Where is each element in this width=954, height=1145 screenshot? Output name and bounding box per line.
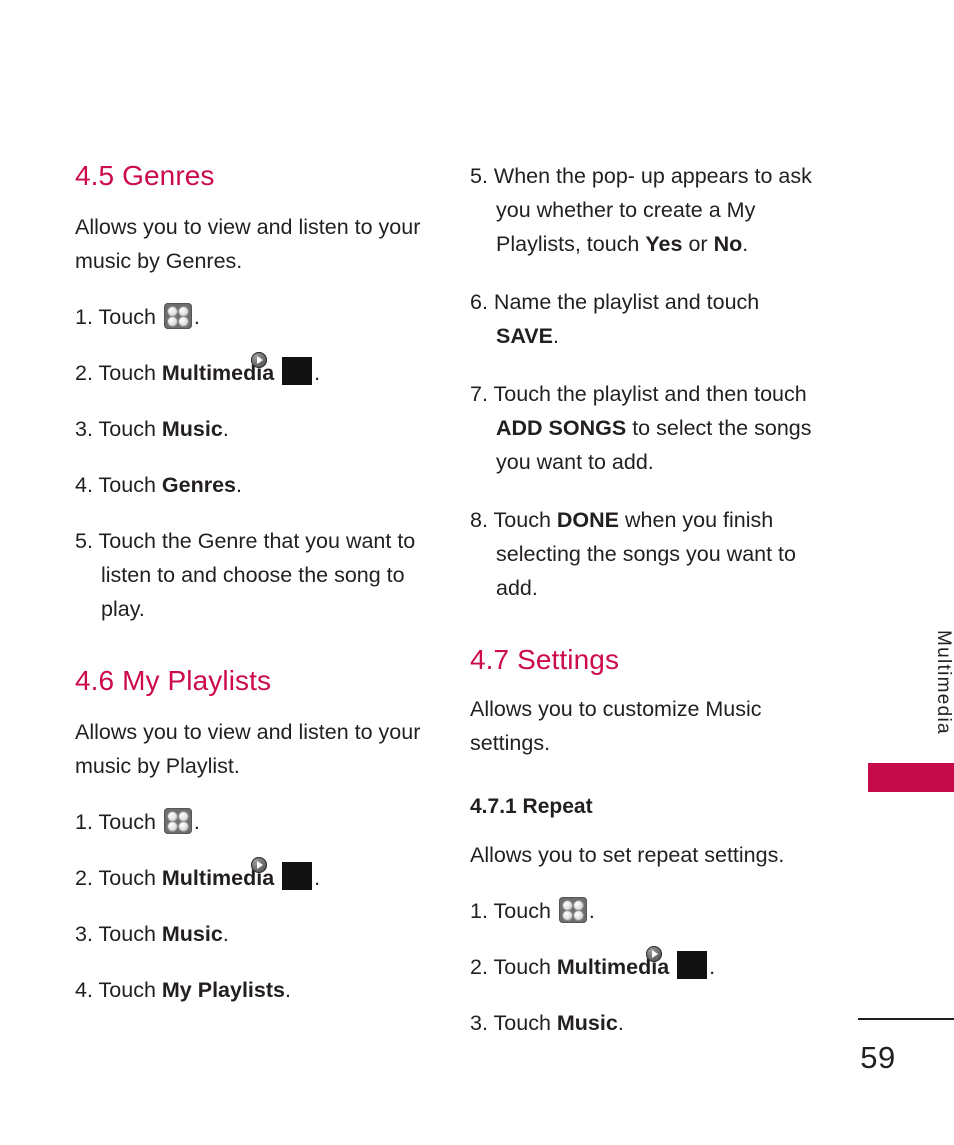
my-playlists-step-1: 1. Touch . xyxy=(75,806,431,840)
repeat-step-1: 1. Touch . xyxy=(470,895,826,929)
step-number: 2. xyxy=(75,361,93,386)
step-bold-term: Music xyxy=(556,1011,618,1035)
step-number: 1. xyxy=(75,810,93,835)
step-period: . xyxy=(193,810,200,835)
manual-page: 4.5 Genres Allows you to view and listen… xyxy=(0,0,954,1145)
step-number: 3. xyxy=(75,922,93,947)
step-number: 7. xyxy=(470,381,488,406)
chapter-edge-tab xyxy=(868,763,954,792)
grid-menu-icon xyxy=(163,808,192,835)
step-period: . xyxy=(314,866,321,891)
step-number: 1. xyxy=(470,899,488,924)
genres-step-5: 5. Touch the Genre that you want to list… xyxy=(75,525,431,627)
step-period: . xyxy=(552,323,559,348)
step-text: Touch xyxy=(493,1011,551,1035)
step-number: 4. xyxy=(75,978,93,1003)
step-number: 2. xyxy=(75,866,93,891)
step-period: . xyxy=(588,899,595,924)
step-bold-term: Music xyxy=(161,417,223,442)
step-period: . xyxy=(222,417,229,442)
step-bold-term-yes: Yes xyxy=(645,231,683,256)
repeat-intro-text: Allows you to set repeat settings. xyxy=(470,843,785,868)
my-playlists-step-3: 3. Touch Music. xyxy=(75,918,431,952)
right-column: 5. When the pop- up appears to ask you w… xyxy=(470,160,826,1041)
step-bold-term-save: SAVE xyxy=(496,323,553,348)
step-text: Touch xyxy=(98,473,156,498)
step-text: Touch the playlist and then touch xyxy=(493,381,807,406)
step-period: . xyxy=(617,1011,624,1035)
step-bold-term: Music xyxy=(161,922,223,947)
step-text: Touch xyxy=(98,810,156,835)
repeat-step-2: 2. Touch Multimedia . xyxy=(470,946,826,985)
genres-step-3: 3. Touch Music. xyxy=(75,413,431,447)
step-bold-term: My Playlists xyxy=(161,978,285,1003)
step-number: 8. xyxy=(470,507,488,532)
step-bold-term-no: No xyxy=(713,231,743,256)
step-number: 5. xyxy=(75,529,93,554)
step-period: . xyxy=(709,955,716,980)
step-number: 3. xyxy=(470,1011,488,1035)
chapter-edge-label: Multimedia xyxy=(933,629,954,735)
step-text: Touch xyxy=(98,922,156,947)
footer-rule xyxy=(858,1018,954,1020)
step-bold-term-add-songs: ADD SONGS xyxy=(496,415,627,440)
grid-menu-icon xyxy=(558,897,587,924)
page-number: 59 xyxy=(860,1040,896,1075)
step-period: . xyxy=(193,305,200,330)
step-period: . xyxy=(236,473,242,498)
step-text: Touch xyxy=(98,305,156,330)
playlists-step-5: 5. When the pop- up appears to ask you w… xyxy=(470,160,826,262)
left-column: 4.5 Genres Allows you to view and listen… xyxy=(75,160,431,1008)
step-text: Touch xyxy=(493,899,551,924)
step-period: . xyxy=(222,922,229,947)
grid-menu-icon xyxy=(163,303,192,330)
genres-step-1: 1. Touch . xyxy=(75,301,431,335)
multimedia-play-icon xyxy=(251,352,313,386)
playlists-step-8: 8. Touch DONE when you finish selecting … xyxy=(470,504,826,606)
step-text: Touch xyxy=(493,507,551,532)
step-conjunction: or xyxy=(688,231,708,256)
step-number: 1. xyxy=(75,305,93,330)
section-heading-settings: 4.7 Settings xyxy=(470,643,620,675)
playlists-step-6: 6. Name the playlist and touch SAVE. xyxy=(470,286,826,354)
multimedia-play-icon xyxy=(251,857,313,891)
step-text: Touch xyxy=(98,866,156,891)
step-period: . xyxy=(284,978,291,1003)
step-text: Touch the Genre that you want to listen … xyxy=(98,529,416,622)
multimedia-play-icon xyxy=(646,946,708,980)
step-period: . xyxy=(314,361,321,386)
step-text: Touch xyxy=(493,955,551,980)
my-playlists-intro-text: Allows you to view and listen to your mu… xyxy=(75,720,421,779)
step-number: 3. xyxy=(75,417,93,442)
genres-step-4: 4. Touch Genres. xyxy=(75,469,431,503)
settings-intro-text: Allows you to customize Music settings. xyxy=(470,697,762,755)
playlists-step-7: 7. Touch the playlist and then touch ADD… xyxy=(470,378,826,480)
step-text: Name the playlist and touch xyxy=(493,289,760,314)
step-bold-term: Genres xyxy=(161,473,236,498)
my-playlists-step-2: 2. Touch Multimedia . xyxy=(75,857,431,896)
step-text: Touch xyxy=(98,417,156,442)
step-bold-term-done: DONE xyxy=(556,507,620,532)
step-number: 5. xyxy=(470,164,488,188)
section-heading-my-playlists: 4.6 My Playlists xyxy=(75,665,272,697)
step-text: Touch xyxy=(98,978,156,1003)
genres-step-2: 2. Touch Multimedia . xyxy=(75,352,431,391)
step-period: . xyxy=(742,231,749,256)
step-number: 6. xyxy=(470,289,488,314)
section-heading-genres: 4.5 Genres xyxy=(75,160,215,191)
step-number: 2. xyxy=(470,955,488,980)
subsection-heading-repeat: 4.7.1 Repeat xyxy=(470,794,593,818)
step-text: Touch xyxy=(98,361,156,386)
step-number: 4. xyxy=(75,473,93,498)
repeat-step-3: 3. Touch Music. xyxy=(470,1007,826,1041)
my-playlists-step-4: 4. Touch My Playlists. xyxy=(75,974,431,1008)
genres-intro-text: Allows you to view and listen to your mu… xyxy=(75,215,421,274)
